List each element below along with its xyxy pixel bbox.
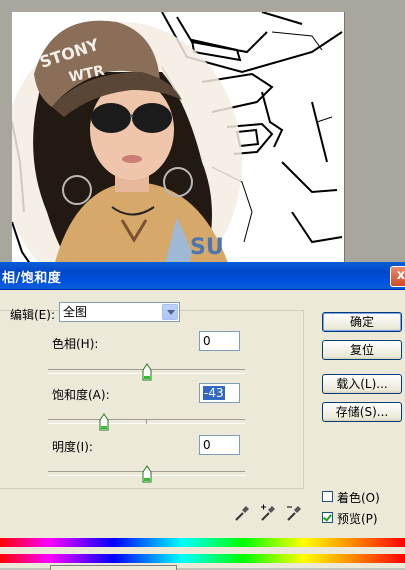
ok-button[interactable]: 确定 [322,312,402,332]
save-button[interactable]: 存储(S)... [322,402,402,422]
output-color-bar[interactable] [0,554,405,563]
close-button[interactable]: x [390,266,405,287]
edit-label: 编辑(E): [10,308,55,322]
image-canvas[interactable]: STONY WTR SU [12,12,345,274]
hue-value: 0 [203,334,211,348]
shirt-text: SU [190,235,224,260]
eyedropper-icon[interactable] [234,504,250,522]
hue-saturation-dialog: 相/饱和度 x 编辑(E): 全图 色相(H): 0 饱和度(A): -43 明… [0,262,405,570]
edit-dropdown[interactable]: 全图 [59,302,180,322]
saturation-input[interactable]: -43 [199,383,240,403]
load-button[interactable]: 载入(L)... [322,374,402,394]
saturation-value: -43 [203,386,225,400]
saturation-slider-thumb[interactable] [99,413,109,431]
hue-label: 色相(H): [52,337,99,351]
dialog-title: 相/饱和度 [2,271,62,286]
dialog-title-bar[interactable]: 相/饱和度 x [0,262,405,290]
photo-image: STONY WTR SU [12,12,343,274]
adjustment-group [0,310,304,489]
saturation-center-tick [146,420,147,424]
colorize-label: 着色(O) [337,491,380,505]
chevron-down-icon[interactable] [162,304,178,320]
preview-label: 预览(P) [337,512,378,526]
lightness-input[interactable]: 0 [199,435,240,455]
input-color-bar [0,538,405,547]
lightness-slider-thumb[interactable] [142,465,152,483]
preview-checkbox[interactable] [322,512,333,523]
eyedropper-plus-icon[interactable] [260,504,276,522]
lightness-value: 0 [203,438,211,452]
lightness-label: 明度(I): [52,440,93,454]
hue-input[interactable]: 0 [199,331,240,351]
close-icon: x [396,268,405,283]
reset-button[interactable]: 复位 [322,340,402,360]
eyedropper-minus-icon[interactable] [286,504,302,522]
saturation-label: 饱和度(A): [52,388,110,402]
colorize-checkbox[interactable] [322,491,333,502]
hue-slider-thumb[interactable] [142,363,152,381]
edit-dropdown-value: 全图 [63,305,88,319]
